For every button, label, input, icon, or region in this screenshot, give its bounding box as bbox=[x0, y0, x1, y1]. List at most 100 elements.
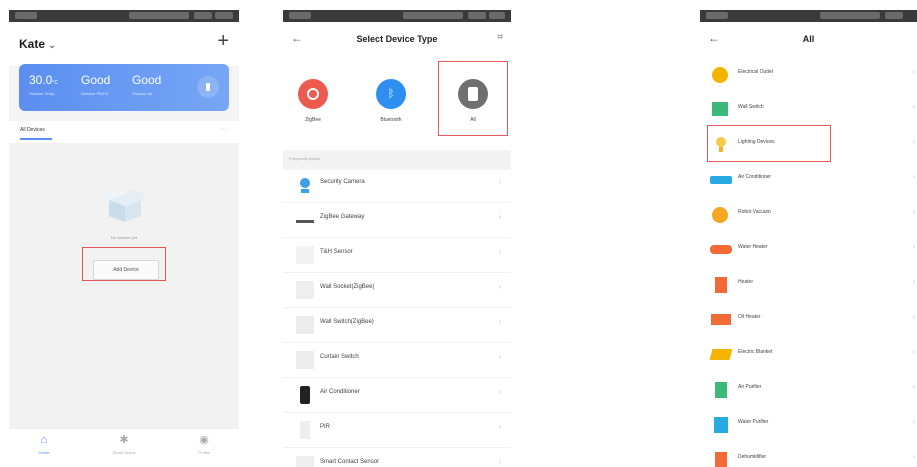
list-item-water-purifier[interactable]: Water Purifier › bbox=[700, 408, 917, 443]
home-selector[interactable]: Kate ⌄ bbox=[19, 37, 56, 51]
chevron-right-icon: › bbox=[498, 387, 501, 396]
nav-home-label: Home bbox=[38, 450, 50, 455]
contact-sensor-icon bbox=[296, 456, 314, 467]
chevron-right-icon: › bbox=[912, 347, 915, 356]
nav-home[interactable]: ⌂ Home bbox=[14, 433, 74, 455]
plus-icon[interactable]: + bbox=[217, 31, 229, 51]
oil-heater-icon bbox=[711, 314, 731, 325]
list-item-air-purifier[interactable]: Air Purifier › bbox=[700, 373, 917, 408]
nav-smart-scene[interactable]: ✱ Smart Scene bbox=[94, 433, 154, 455]
list-item-wall-switch[interactable]: Wall Switch(ZigBee) › bbox=[283, 307, 511, 343]
type-zigbee-label: ZigBee bbox=[305, 117, 321, 123]
outlet-icon bbox=[712, 67, 728, 83]
chevron-right-icon: › bbox=[912, 172, 915, 181]
tab-all-devices[interactable]: All Devices bbox=[20, 127, 45, 133]
list-item-air-conditioner[interactable]: Air Conditioner › bbox=[700, 163, 917, 198]
list-item-label: Smart Contact Sensor bbox=[320, 459, 380, 465]
weather-detail-icon[interactable] bbox=[197, 76, 219, 98]
list-item-electrical-outlet[interactable]: Electrical Outlet › bbox=[700, 58, 917, 93]
chevron-right-icon: › bbox=[498, 212, 501, 221]
list-item-heater[interactable]: Heater › bbox=[700, 268, 917, 303]
list-item-curtain-switch[interactable]: Curtain Switch › bbox=[283, 342, 511, 378]
empty-box-icon bbox=[103, 190, 147, 222]
chevron-right-icon: › bbox=[498, 457, 501, 466]
select-device-type-screen: ← Select Device Type ⌗ ZigBee ᛒ Bluetoot… bbox=[283, 10, 511, 467]
chevron-right-icon: › bbox=[912, 102, 915, 111]
weather-air: Good bbox=[132, 73, 162, 87]
heater-icon bbox=[715, 277, 727, 293]
list-item-electric-blanket[interactable]: Electric Blanket › bbox=[700, 338, 917, 373]
list-item-wall-switch[interactable]: Wall Switch › bbox=[700, 93, 917, 128]
home-header: Kate ⌄ + bbox=[9, 22, 239, 66]
status-bar bbox=[9, 10, 239, 22]
highlight-add-device bbox=[82, 247, 166, 281]
more-icon[interactable]: ··· bbox=[220, 126, 227, 133]
list-item-label: PIR bbox=[320, 424, 331, 430]
chevron-right-icon: › bbox=[912, 417, 915, 426]
list-item-zigbee-gateway[interactable]: ZigBee Gateway › bbox=[283, 202, 511, 238]
list-item-label: Wall Socket(ZigBee) bbox=[320, 284, 375, 290]
wall-switch-icon bbox=[712, 102, 728, 116]
chevron-right-icon: › bbox=[912, 137, 915, 146]
bluetooth-icon: ᛒ bbox=[376, 79, 406, 109]
chevron-right-icon: › bbox=[912, 452, 915, 461]
list-item-contact-sensor[interactable]: Smart Contact Sensor › bbox=[283, 447, 511, 467]
weather-temp-label: Outdoor Temp. bbox=[29, 91, 56, 96]
highlight-all bbox=[438, 61, 508, 136]
water-heater-icon bbox=[710, 245, 732, 254]
list-item-label: Air Conditioner bbox=[320, 389, 360, 395]
page-title: All bbox=[802, 34, 815, 44]
list-item-oil-heater[interactable]: Oil Heater › bbox=[700, 303, 917, 338]
list-item-robot-vacuum[interactable]: Robot Vacuum › bbox=[700, 198, 917, 233]
type-bluetooth[interactable]: ᛒ Bluetooth bbox=[361, 67, 421, 123]
profile-icon: ◉ bbox=[199, 434, 209, 446]
highlight-lighting-devices bbox=[707, 125, 831, 162]
header: ← All bbox=[700, 22, 917, 56]
air-conditioner-icon bbox=[710, 176, 732, 184]
dehumidifier-icon bbox=[715, 452, 727, 467]
list-item-label: Oil Heater bbox=[738, 314, 761, 320]
chevron-right-icon: › bbox=[912, 242, 915, 251]
page-title: Select Device Type bbox=[356, 34, 438, 44]
list-item-water-heater[interactable]: Water Heater › bbox=[700, 233, 917, 268]
list-item-dehumidifier[interactable]: Dehumidifier › bbox=[700, 443, 917, 467]
nav-profile-label: Profile bbox=[198, 450, 210, 455]
list-item-label: Wall Switch(ZigBee) bbox=[320, 319, 374, 325]
all-devices-screen: ← All Electrical Outlet › Wall Switch › … bbox=[700, 10, 917, 467]
list-item-label: Robot Vacuum bbox=[738, 209, 771, 215]
chevron-right-icon: › bbox=[498, 247, 501, 256]
status-bar bbox=[283, 10, 511, 22]
chevron-right-icon: › bbox=[498, 352, 501, 361]
section-label: Frequently Added bbox=[289, 156, 321, 161]
scan-icon[interactable]: ⌗ bbox=[497, 32, 503, 43]
list-item-pir[interactable]: PIR › bbox=[283, 412, 511, 448]
list-item-security-camera[interactable]: Security Camera › bbox=[283, 167, 511, 203]
chevron-right-icon: › bbox=[498, 422, 501, 431]
tab-underline bbox=[20, 138, 52, 140]
home-name: Kate bbox=[19, 37, 46, 51]
chevron-right-icon: › bbox=[498, 177, 501, 186]
chevron-right-icon: › bbox=[912, 382, 915, 391]
list-item-label: Air Conditioner bbox=[738, 174, 772, 180]
list-item-wall-socket[interactable]: Wall Socket(ZigBee) › bbox=[283, 272, 511, 308]
list-item-th-sensor[interactable]: T&H Sensor › bbox=[283, 237, 511, 273]
chevron-down-icon: ⌄ bbox=[48, 40, 56, 50]
list-item-air-conditioner[interactable]: Air Conditioner › bbox=[283, 377, 511, 413]
security-camera-icon bbox=[296, 176, 314, 194]
empty-message: No devices yet bbox=[110, 235, 138, 240]
nav-smart-scene-label: Smart Scene bbox=[112, 450, 136, 455]
electric-blanket-icon bbox=[709, 349, 733, 360]
chevron-right-icon: › bbox=[498, 317, 501, 326]
chevron-right-icon: › bbox=[912, 67, 915, 76]
type-zigbee[interactable]: ZigBee bbox=[283, 67, 343, 123]
nav-profile[interactable]: ◉ Profile bbox=[174, 433, 234, 455]
weather-pm25: Good bbox=[81, 73, 111, 87]
list-item-label: Water Purifier bbox=[738, 419, 769, 425]
status-bar bbox=[700, 10, 917, 22]
list-item-label: Electric Blanket bbox=[738, 349, 773, 355]
air-purifier-icon bbox=[715, 382, 727, 398]
list-item-label: Security Camera bbox=[320, 179, 365, 185]
home-icon: ⌂ bbox=[40, 434, 48, 446]
list-item-label: ZigBee Gateway bbox=[320, 214, 365, 220]
list-item-label: Curtain Switch bbox=[320, 354, 359, 360]
